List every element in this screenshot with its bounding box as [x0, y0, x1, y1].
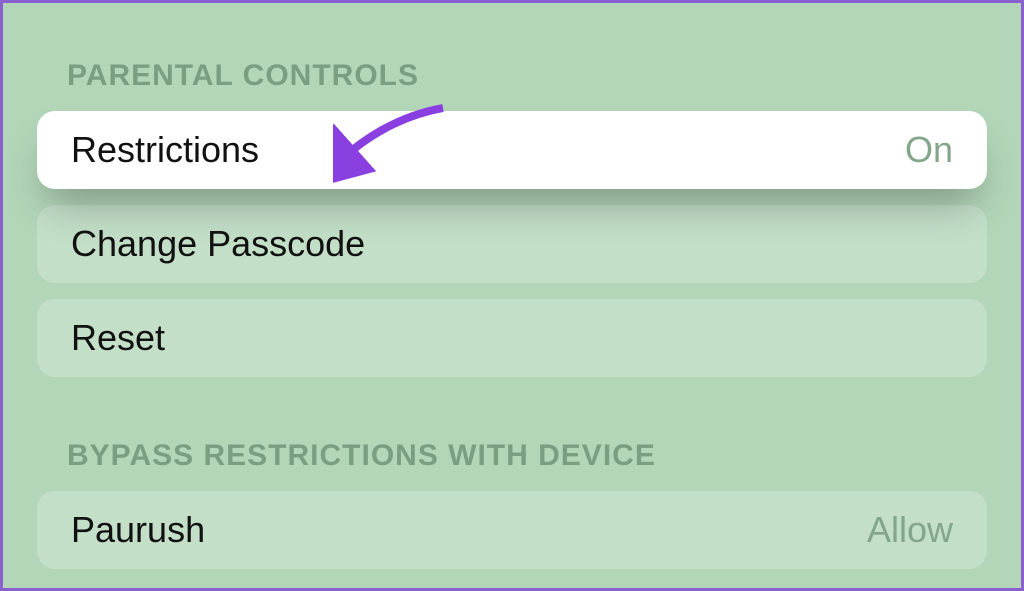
bypass-group: Paurush Allow [37, 491, 987, 569]
bypass-device-label: Paurush [71, 509, 205, 551]
change-passcode-label: Change Passcode [71, 223, 365, 265]
bypass-device-value: Allow [867, 509, 953, 551]
settings-pane: PARENTAL CONTROLS Restrictions On Change… [3, 3, 1021, 569]
bypass-device-row[interactable]: Paurush Allow [37, 491, 987, 569]
restrictions-row[interactable]: Restrictions On [37, 111, 987, 189]
section-header-parental: PARENTAL CONTROLS [37, 59, 987, 111]
restrictions-value: On [905, 129, 953, 171]
reset-row[interactable]: Reset [37, 299, 987, 377]
parental-controls-group: Restrictions On Change Passcode Reset [37, 111, 987, 377]
reset-label: Reset [71, 317, 165, 359]
change-passcode-row[interactable]: Change Passcode [37, 205, 987, 283]
restrictions-label: Restrictions [71, 129, 259, 171]
section-header-bypass: BYPASS RESTRICTIONS WITH DEVICE [37, 439, 987, 491]
